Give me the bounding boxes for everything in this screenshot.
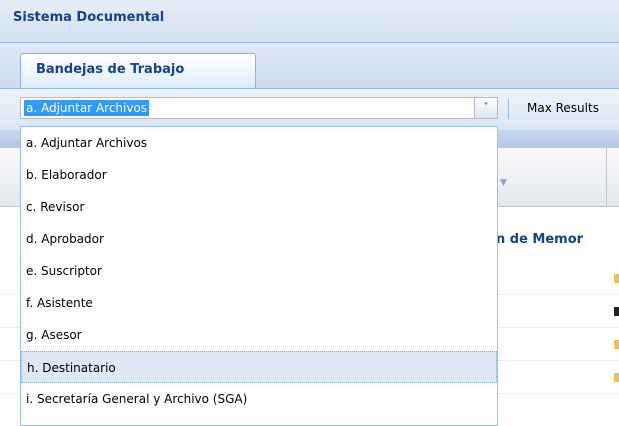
column-title: n de Memor [496,232,584,247]
row-marker [614,274,619,283]
chevron-down-icon[interactable]: ˅ [474,98,497,118]
combo-value: a. Adjuntar Archivos [24,100,150,116]
dropdown-option-highlighted[interactable]: h. Destinatario [21,351,497,383]
tab-strip: Bandejas de Trabajo [0,42,619,89]
tab-label: Bandejas de Trabajo [36,62,185,77]
dropdown-option[interactable]: i. Secretaría General y Archivo (SGA) [21,383,497,415]
tab-bandejas-de-trabajo[interactable]: Bandejas de Trabajo [20,53,256,89]
max-results-label: Max Results [527,101,599,115]
toolbar-separator [508,99,509,119]
row-marker [614,373,619,382]
toolbar: a. Adjuntar Archivos ˅ Max Results [0,88,619,131]
row-marker [614,307,619,316]
dropdown-option[interactable]: c. Revisor [21,191,497,223]
app-header: Sistema Documental [0,0,619,42]
dropdown-option[interactable]: g. Asesor [21,319,497,351]
row-marker [614,340,619,349]
role-combobox[interactable]: a. Adjuntar Archivos ˅ [20,97,498,119]
role-dropdown-list: a. Adjuntar Archivos b. Elaborador c. Re… [20,126,498,426]
dropdown-option[interactable]: d. Aprobador [21,223,497,255]
dropdown-option[interactable]: a. Adjuntar Archivos [21,127,497,159]
column-separator [606,148,607,206]
dropdown-option[interactable]: f. Asistente [21,287,497,319]
sort-arrow-icon[interactable]: ▼ [500,178,507,188]
app-title: Sistema Documental [13,10,165,25]
dropdown-option[interactable]: b. Elaborador [21,159,497,191]
dropdown-option[interactable]: e. Suscriptor [21,255,497,287]
